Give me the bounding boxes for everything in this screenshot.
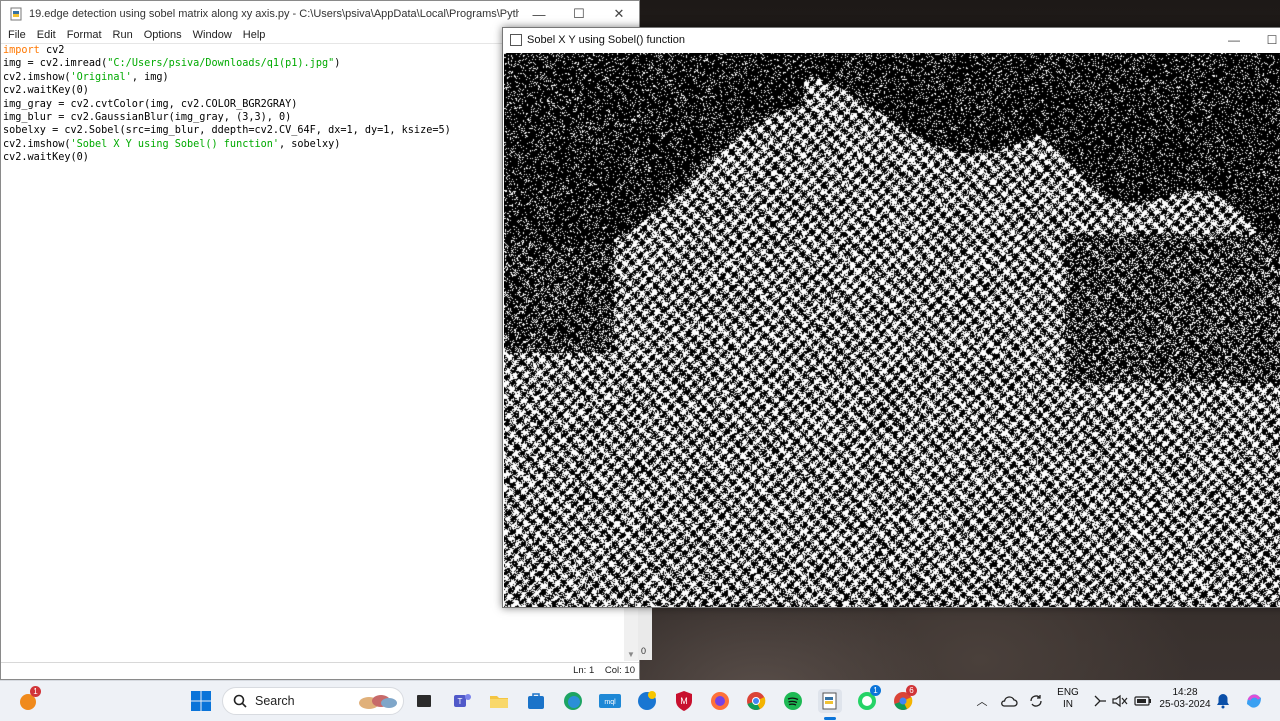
chevron-up-icon: ︿: [976, 696, 988, 708]
volume-tray[interactable]: [1108, 689, 1132, 713]
copilot-icon: [1247, 694, 1261, 708]
cloud-icon: [1001, 696, 1018, 707]
bell-icon: [1217, 694, 1229, 709]
clock[interactable]: 14:28 25-03-2024: [1156, 687, 1214, 711]
spotify-app[interactable]: [781, 689, 805, 713]
idle-statusbar: Ln: 1 Col: 10: [1, 662, 639, 679]
sync-tray[interactable]: [1024, 689, 1048, 713]
taskbar-search[interactable]: Search: [222, 687, 404, 715]
sobel-edge-image: [504, 53, 1280, 607]
chrome-icon: [747, 692, 766, 710]
show-hidden-icons-button[interactable]: ︿: [970, 689, 994, 713]
chrome-profile-badge: 6: [906, 685, 917, 696]
network-icon: [1094, 695, 1106, 707]
idle-window-title: 19.edge detection using sobel matrix alo…: [29, 8, 519, 20]
svg-text:M: M: [680, 696, 688, 706]
file-explorer-app[interactable]: [487, 689, 511, 713]
maximize-button[interactable]: ☐: [559, 1, 599, 27]
teams-app[interactable]: T: [450, 689, 474, 713]
idle-editor-icon: [822, 692, 837, 710]
idle-app-active[interactable]: [818, 689, 842, 720]
store-app[interactable]: [524, 689, 548, 713]
start-button[interactable]: [189, 689, 213, 713]
sobel-titlebar[interactable]: Sobel X Y using Sobel() function — ☐: [503, 28, 1280, 52]
search-icon: [233, 694, 247, 708]
teams-icon: T: [454, 694, 471, 707]
minimize-button[interactable]: —: [519, 1, 559, 27]
mysql-icon: mql: [599, 694, 621, 708]
window-icon: [510, 34, 522, 46]
firefox-app[interactable]: [708, 689, 732, 713]
idle-titlebar[interactable]: 19.edge detection using sobel matrix alo…: [1, 1, 639, 27]
menu-help[interactable]: Help: [238, 29, 272, 41]
task-view-button[interactable]: [412, 689, 436, 713]
close-button[interactable]: ✕: [599, 1, 639, 27]
volume-muted-icon: [1112, 694, 1128, 708]
menu-edit[interactable]: Edit: [32, 29, 62, 41]
edge-app[interactable]: [561, 689, 585, 713]
column-indicator: Col: 10: [604, 665, 635, 676]
language-indicator[interactable]: ENG IN: [1054, 687, 1082, 711]
sobel-output-window: Sobel X Y using Sobel() function — ☐: [502, 27, 1280, 608]
sobel-window-title: Sobel X Y using Sobel() function: [527, 34, 685, 46]
menu-format[interactable]: Format: [62, 29, 108, 41]
language-code: ENG: [1057, 687, 1079, 698]
svg-text:mql: mql: [604, 699, 616, 706]
store-icon: [528, 693, 544, 709]
language-region: IN: [1063, 699, 1073, 710]
menu-options[interactable]: Options: [139, 29, 188, 41]
chrome-profile-app[interactable]: 6: [891, 685, 917, 713]
chrome-app[interactable]: [744, 689, 768, 713]
weather-widget[interactable]: 1: [16, 686, 41, 713]
background-window-scrollbar: 0: [638, 608, 652, 660]
sobel-minimize-button[interactable]: —: [1215, 33, 1253, 47]
windows-logo-icon: [191, 691, 211, 711]
search-label: Search: [255, 694, 295, 708]
python-icon: [638, 691, 656, 710]
refresh-icon: [1030, 695, 1042, 707]
shield-icon: M: [676, 691, 692, 711]
menu-file[interactable]: File: [3, 29, 32, 41]
line-indicator: Ln: 1: [573, 665, 595, 676]
battery-icon: [1134, 696, 1151, 706]
sobel-maximize-button[interactable]: ☐: [1253, 33, 1280, 47]
mysql-app[interactable]: mql: [598, 689, 622, 713]
scroll-down-icon[interactable]: ▼: [624, 649, 638, 661]
folder-icon: [490, 696, 508, 708]
edge-icon: [564, 692, 582, 710]
mcafee-app[interactable]: M: [672, 689, 696, 713]
menu-window[interactable]: Window: [188, 29, 238, 41]
python-app[interactable]: [635, 689, 659, 713]
notifications-button[interactable]: [1211, 689, 1235, 713]
whatsapp-app[interactable]: 1: [855, 685, 881, 713]
spotify-icon: [784, 692, 802, 710]
background-window-value: 0: [641, 646, 647, 656]
search-highlight-icon: [359, 695, 397, 709]
svg-text:T: T: [458, 697, 463, 706]
clock-date: 25-03-2024: [1159, 699, 1211, 710]
clock-time: 14:28: [1172, 687, 1198, 698]
onedrive-tray[interactable]: [997, 689, 1021, 713]
battery-tray[interactable]: [1131, 689, 1155, 713]
taskbar: 1 Search T mql M 1 6 ︿ ENG IN 14:28 25-0…: [0, 680, 1280, 721]
firefox-icon: [711, 692, 729, 710]
menu-run[interactable]: Run: [108, 29, 139, 41]
task-view-icon: [417, 695, 431, 707]
whatsapp-badge: 1: [870, 685, 881, 696]
copilot-button[interactable]: [1242, 689, 1266, 713]
weather-badge: 1: [30, 686, 41, 697]
python-file-icon: [10, 7, 22, 21]
